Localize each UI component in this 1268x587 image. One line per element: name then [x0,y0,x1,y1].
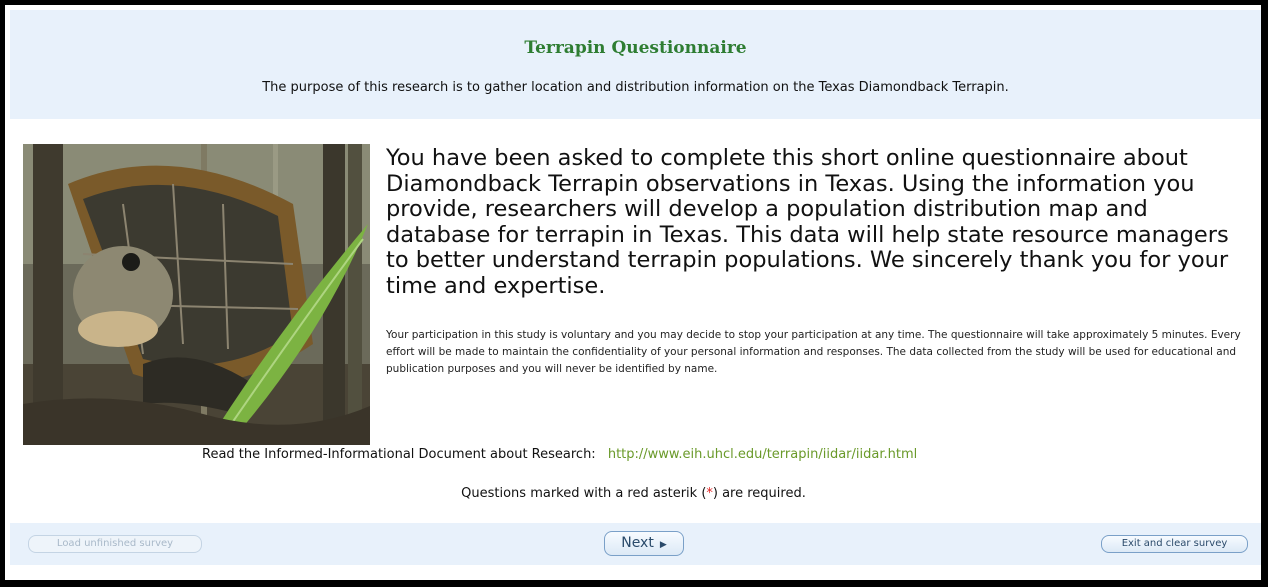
informed-document-line: Read the Informed-Informational Document… [202,447,917,462]
required-note-before: Questions marked with a red asterik ( [461,486,707,501]
survey-nav-bar: Load unfinished survey Next ▶ Exit and cl… [10,523,1261,565]
terrapin-illustration [23,144,370,445]
terrapin-photo [23,144,370,445]
page-subtitle: The purpose of this research is to gathe… [262,80,1009,95]
next-label: Next [621,535,654,551]
intro-text: You have been asked to complete this sho… [386,145,1229,299]
page-title: Terrapin Questionnaire [524,38,747,58]
load-unfinished-survey-button[interactable]: Load unfinished survey [28,535,202,553]
required-note: Questions marked with a red asterik (*) … [5,486,1262,501]
informed-document-link[interactable]: http://www.eih.uhcl.edu/terrapin/iidar/i… [608,447,917,462]
informed-document-label: Read the Informed-Informational Document… [202,447,596,462]
participation-notice: Your participation in this study is volu… [386,329,1241,375]
required-note-after: ) are required. [712,486,806,501]
next-button[interactable]: Next ▶ [604,531,684,556]
survey-page: Terrapin Questionnaire The purpose of th… [0,0,1268,587]
exit-clear-survey-button[interactable]: Exit and clear survey [1101,535,1248,553]
caret-right-icon: ▶ [659,540,667,550]
survey-header: Terrapin Questionnaire The purpose of th… [10,10,1261,119]
